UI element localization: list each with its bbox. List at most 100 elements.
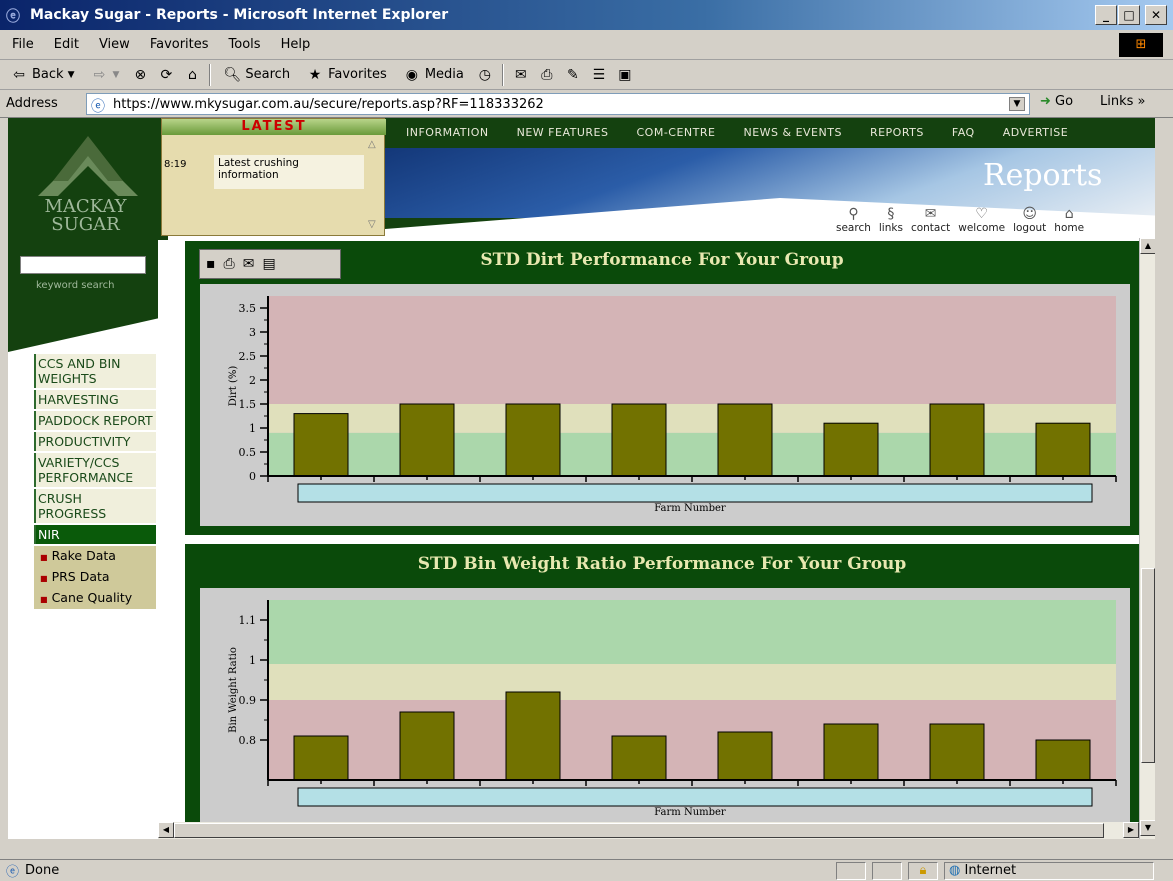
header-link-welcome[interactable]: ♡ welcome xyxy=(958,206,1005,234)
chart-bar xyxy=(611,403,667,477)
scroll-down-arrow-icon[interactable]: ▼ xyxy=(1140,820,1155,836)
band-yellow xyxy=(268,404,1116,433)
x-axis-label: Farm Number xyxy=(654,503,726,514)
star-icon: ★ xyxy=(308,66,322,83)
edit-icon[interactable]: ✎ xyxy=(564,66,582,84)
chart-bar xyxy=(1035,739,1091,781)
y-tick-label: 0.9 xyxy=(239,694,257,707)
submenu-rake-data[interactable]: ■ Rake Data xyxy=(34,546,156,567)
binweight-chart-title: STD Bin Weight Ratio Performance For You… xyxy=(417,554,907,574)
horizontal-scrollbar[interactable]: ◀ ▶ xyxy=(158,822,1139,839)
chart-bar xyxy=(505,691,561,781)
menu-item-productivity[interactable]: PRODUCTIVITY xyxy=(34,432,156,451)
menu-view[interactable]: View xyxy=(99,37,130,52)
close-button[interactable]: ✕ xyxy=(1145,5,1167,25)
status-panel xyxy=(836,862,866,880)
menu-item-variety-ccs[interactable]: VARIETY/CCS PERFORMANCE xyxy=(34,453,156,487)
maximize-button[interactable]: □ xyxy=(1118,5,1140,25)
menu-item-harvesting[interactable]: HARVESTING xyxy=(34,390,156,409)
chart-bar xyxy=(399,711,455,781)
menu-item-nir[interactable]: NIR xyxy=(34,525,156,544)
messenger-icon[interactable]: ▣ xyxy=(616,66,634,84)
bullet-icon: ■ xyxy=(40,595,48,604)
menu-item-crush-progress[interactable]: CRUSH PROGRESS xyxy=(34,489,156,523)
menu-favorites[interactable]: Favorites xyxy=(150,37,209,52)
export-icon[interactable]: ▤ xyxy=(262,256,275,272)
print-icon[interactable]: ⎙ xyxy=(224,256,235,272)
mail-icon[interactable]: ✉ xyxy=(512,66,530,84)
header-link-search[interactable]: ⚲ search xyxy=(836,206,871,234)
chart-bar xyxy=(717,731,773,781)
scroll-up-icon[interactable]: △ xyxy=(368,139,376,150)
status-text: Done xyxy=(25,863,60,878)
band-green xyxy=(268,432,1116,476)
header-link-logout[interactable]: ☺ logout xyxy=(1013,206,1046,234)
menu-bar: File Edit View Favorites Tools Help ⊞ xyxy=(0,30,1173,60)
address-input[interactable]: ⓔ https://www.mkysugar.com.au/secure/rep… xyxy=(86,93,1030,115)
submenu-cane-quality[interactable]: ■ Cane Quality xyxy=(34,588,156,609)
scroll-down-icon[interactable]: ▽ xyxy=(368,219,376,230)
y-tick-label: 0.5 xyxy=(239,446,257,459)
media-button[interactable]: ◉ Media xyxy=(399,66,468,84)
chart-bar xyxy=(293,413,349,477)
links-button[interactable]: Links » xyxy=(1100,94,1145,109)
header-link-links[interactable]: § links xyxy=(879,206,903,234)
globe-icon: ◍ xyxy=(949,863,961,878)
dirt-chart-area: 0 0.5 1 1.5 2 2.5 3 3.5 Farm Number Dirt (%) xyxy=(200,284,1130,526)
header-link-home[interactable]: ⌂ home xyxy=(1054,206,1084,234)
submenu-prs-data[interactable]: ■ PRS Data xyxy=(34,567,156,588)
home-toolbar-icon[interactable]: ⌂ xyxy=(183,66,201,84)
print-icon[interactable]: ⎙ xyxy=(538,66,556,84)
menu-help[interactable]: Help xyxy=(281,37,311,52)
header-link-contact[interactable]: ✉ contact xyxy=(911,206,950,234)
favorites-button[interactable]: ★ Favorites xyxy=(302,66,391,84)
horizontal-scroll-thumb[interactable] xyxy=(174,823,1104,838)
logout-icon: ☺ xyxy=(1022,206,1037,222)
address-dropdown-icon[interactable]: ▼ xyxy=(1009,97,1025,111)
nav-faq[interactable]: FAQ xyxy=(952,126,975,139)
dirt-bar-chart: 0 0.5 1 1.5 2 2.5 3 3.5 Farm Number Dirt (%) xyxy=(228,296,1117,514)
back-button[interactable]: ⇦ Back ▼ xyxy=(6,66,78,84)
forward-button[interactable]: ⇨ ▼ xyxy=(86,66,123,84)
magnifier-icon: 🔍︎ xyxy=(223,66,242,83)
menu-item-ccs-bin-weights[interactable]: CCS AND BIN WEIGHTS xyxy=(34,354,156,388)
status-panel xyxy=(872,862,902,880)
menu-file[interactable]: File xyxy=(12,37,34,52)
search-button[interactable]: 🔍︎ Search xyxy=(219,66,294,84)
minimize-button[interactable]: _ xyxy=(1095,5,1117,25)
y-tick-label: 1 xyxy=(249,654,256,667)
discuss-icon[interactable]: ☰ xyxy=(590,66,608,84)
save-icon[interactable]: ▪ xyxy=(206,256,216,272)
history-icon[interactable]: ◷ xyxy=(476,66,494,84)
y-tick-label: 3.5 xyxy=(239,302,257,315)
scroll-up-arrow-icon[interactable]: ▲ xyxy=(1140,238,1155,254)
nav-com-centre[interactable]: COM-CENTRE xyxy=(636,126,715,139)
stop-icon[interactable]: ⊗ xyxy=(131,66,149,84)
toolbar-separator xyxy=(209,63,212,86)
menu-item-paddock-report[interactable]: PADDOCK REPORT xyxy=(34,411,156,430)
email-icon[interactable]: ✉ xyxy=(243,256,255,272)
nav-advertise[interactable]: ADVERTISE xyxy=(1003,126,1069,139)
nav-news-events[interactable]: NEWS & EVENTS xyxy=(743,126,841,139)
address-label: Address xyxy=(6,96,58,111)
scroll-left-arrow-icon[interactable]: ◀ xyxy=(158,822,174,838)
keyword-search-input[interactable] xyxy=(20,256,146,274)
scroll-right-arrow-icon[interactable]: ▶ xyxy=(1123,822,1139,838)
nav-information[interactable]: INFORMATION xyxy=(406,126,489,139)
y-tick-label: 2.5 xyxy=(239,350,257,363)
nav-reports[interactable]: REPORTS xyxy=(870,126,924,139)
go-button[interactable]: ➜ Go xyxy=(1040,94,1073,109)
zone-panel: ◍ Internet xyxy=(944,862,1154,880)
windows-logo-icon: ⊞ xyxy=(1119,33,1163,57)
menu-edit[interactable]: Edit xyxy=(54,37,79,52)
latest-item[interactable]: Latest crushing information xyxy=(214,155,364,189)
refresh-icon[interactable]: ⟳ xyxy=(157,66,175,84)
latest-time: 8:19 xyxy=(164,159,187,170)
vertical-scroll-thumb[interactable] xyxy=(1141,568,1155,763)
media-icon: ◉ xyxy=(405,66,418,83)
vertical-scrollbar[interactable]: ▲ ▼ xyxy=(1139,238,1155,839)
address-url: https://www.mkysugar.com.au/secure/repor… xyxy=(113,96,544,112)
menu-tools[interactable]: Tools xyxy=(229,37,261,52)
band-green xyxy=(268,600,1116,664)
nav-new-features[interactable]: NEW FEATURES xyxy=(517,126,609,139)
